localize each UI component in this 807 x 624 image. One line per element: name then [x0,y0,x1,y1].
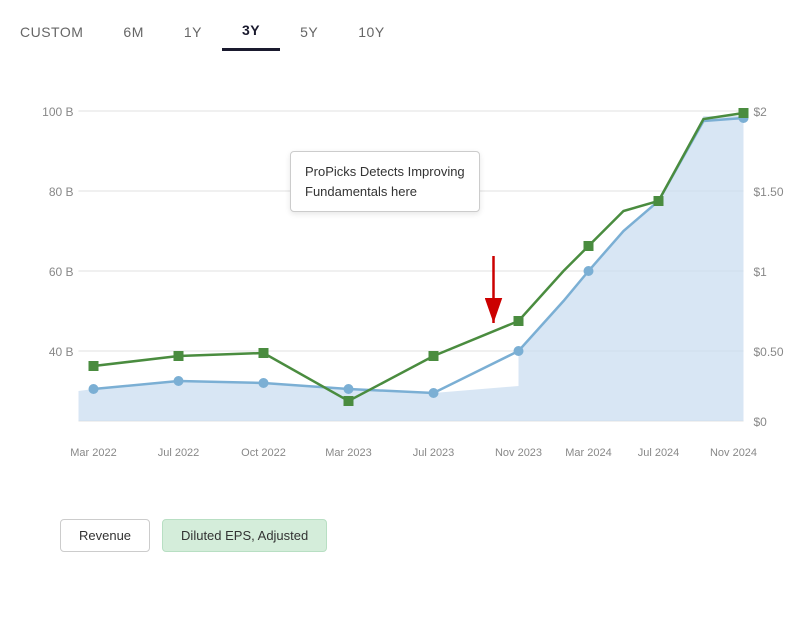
legend-revenue-button[interactable]: Revenue [60,519,150,552]
revenue-area [519,116,744,421]
chart-svg: 100 B 80 B 60 B 40 B $2 $1.50 $1 $0.50 $… [20,61,787,501]
revenue-dot [429,388,439,398]
tab-1y[interactable]: 1Y [164,14,222,50]
svg-text:60 B: 60 B [49,265,74,279]
eps-dot [514,316,524,326]
svg-text:Nov 2023: Nov 2023 [495,447,542,459]
svg-text:$1: $1 [754,265,768,279]
tab-3y[interactable]: 3Y [222,12,280,51]
svg-text:40 B: 40 B [49,345,74,359]
svg-text:$0.50: $0.50 [754,345,784,359]
svg-text:80 B: 80 B [49,185,74,199]
svg-text:Mar 2022: Mar 2022 [70,447,116,459]
svg-text:Oct 2022: Oct 2022 [241,447,286,459]
tab-5y[interactable]: 5Y [280,14,338,50]
revenue-dot [514,346,524,356]
eps-dot [344,396,354,406]
eps-dot [174,351,184,361]
svg-text:$2: $2 [754,105,768,119]
revenue-dot [584,266,594,276]
eps-dot [429,351,439,361]
eps-dot [259,348,269,358]
svg-text:Mar 2024: Mar 2024 [565,447,611,459]
eps-dot [584,241,594,251]
eps-dot [89,361,99,371]
eps-dot [739,108,749,118]
legend-eps-button[interactable]: Diluted EPS, Adjusted [162,519,327,552]
svg-text:Nov 2024: Nov 2024 [710,447,757,459]
main-container: CUSTOM 6M 1Y 3Y 5Y 10Y 100 B 80 B 60 B 4… [0,0,807,624]
tab-10y[interactable]: 10Y [338,14,404,50]
tab-6m[interactable]: 6M [103,14,163,50]
time-tabs: CUSTOM 6M 1Y 3Y 5Y 10Y [0,0,807,51]
svg-text:100 B: 100 B [42,105,73,119]
svg-text:$1.50: $1.50 [754,185,784,199]
eps-dot [654,196,664,206]
revenue-dot [89,384,99,394]
revenue-dot [259,378,269,388]
revenue-dot [344,384,354,394]
svg-text:Jul 2022: Jul 2022 [158,447,200,459]
chart-area: 100 B 80 B 60 B 40 B $2 $1.50 $1 $0.50 $… [20,61,787,501]
legend: Revenue Diluted EPS, Adjusted [0,511,807,562]
tab-custom[interactable]: CUSTOM [20,14,103,50]
svg-text:Jul 2024: Jul 2024 [638,447,680,459]
svg-text:Mar 2023: Mar 2023 [325,447,371,459]
svg-text:Jul 2023: Jul 2023 [413,447,455,459]
svg-text:$0: $0 [754,415,768,429]
revenue-area-flat [79,381,519,421]
revenue-dot [174,376,184,386]
